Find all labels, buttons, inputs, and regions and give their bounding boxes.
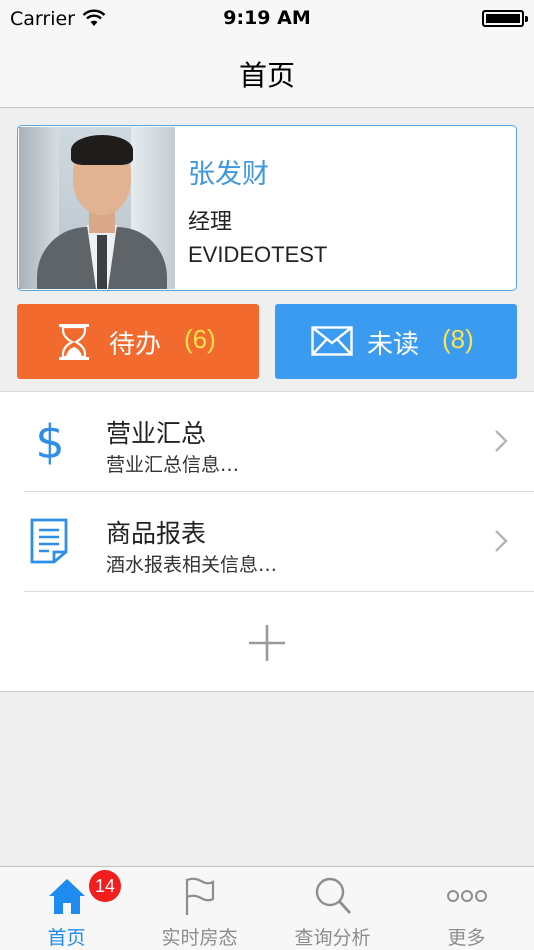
plus-icon bbox=[249, 625, 285, 661]
unread-label: 未读 bbox=[367, 330, 420, 360]
add-item-button[interactable] bbox=[0, 592, 534, 692]
tab-label: 更多 bbox=[447, 927, 486, 949]
chevron-right-icon bbox=[495, 430, 508, 452]
page-title: 首页 bbox=[238, 59, 295, 92]
profile-name: 张发财 bbox=[188, 159, 269, 190]
tab-label: 实时房态 bbox=[161, 927, 238, 949]
home-icon bbox=[49, 879, 85, 914]
envelope-icon bbox=[311, 326, 353, 356]
tab-label: 首页 bbox=[47, 927, 86, 949]
flag-icon bbox=[185, 877, 215, 915]
unread-button[interactable]: 未读 (8) bbox=[275, 304, 517, 379]
hourglass-icon bbox=[59, 324, 89, 360]
report-list: $ 营业汇总 营业汇总信息… 商品报表 酒水报表相关信息… bbox=[0, 391, 534, 692]
tab-query-analysis[interactable]: 查询分析 bbox=[266, 867, 399, 950]
list-item-subtitle: 酒水报表相关信息… bbox=[106, 554, 278, 576]
tab-label: 查询分析 bbox=[294, 927, 371, 949]
avatar bbox=[19, 127, 175, 289]
tab-bar: 14 首页 实时房态 查询分析 更多 bbox=[0, 866, 534, 950]
todo-button[interactable]: 待办 (6) bbox=[17, 304, 259, 379]
notification-badge: 14 bbox=[89, 870, 121, 902]
more-icon bbox=[447, 890, 487, 902]
status-bar: Carrier 9:19 AM bbox=[0, 0, 534, 38]
unread-count: (8) bbox=[442, 324, 474, 354]
list-item-business-summary[interactable]: $ 营业汇总 营业汇总信息… bbox=[0, 392, 534, 492]
profile-role: 经理 bbox=[188, 210, 233, 235]
search-icon bbox=[315, 877, 352, 914]
tab-more[interactable]: 更多 bbox=[400, 867, 533, 950]
todo-count: (6) bbox=[184, 324, 216, 354]
list-item-product-report[interactable]: 商品报表 酒水报表相关信息… bbox=[0, 492, 534, 592]
list-item-subtitle: 营业汇总信息… bbox=[106, 454, 240, 476]
navigation-bar: 首页 bbox=[0, 38, 534, 108]
todo-label: 待办 bbox=[109, 330, 162, 360]
list-item-title: 商品报表 bbox=[106, 519, 207, 548]
dollar-icon: $ bbox=[35, 416, 64, 466]
list-item-title: 营业汇总 bbox=[106, 419, 207, 448]
battery-icon bbox=[482, 10, 528, 27]
chevron-right-icon bbox=[495, 530, 508, 552]
profile-company: EVIDEOTEST bbox=[188, 242, 328, 267]
svg-text:$: $ bbox=[35, 416, 64, 466]
tab-home[interactable]: 14 首页 bbox=[0, 867, 133, 950]
clock: 9:19 AM bbox=[223, 7, 311, 29]
profile-card[interactable]: 张发财 经理 EVIDEOTEST bbox=[17, 125, 517, 291]
document-icon bbox=[30, 518, 68, 564]
tab-room-status[interactable]: 实时房态 bbox=[133, 867, 266, 950]
